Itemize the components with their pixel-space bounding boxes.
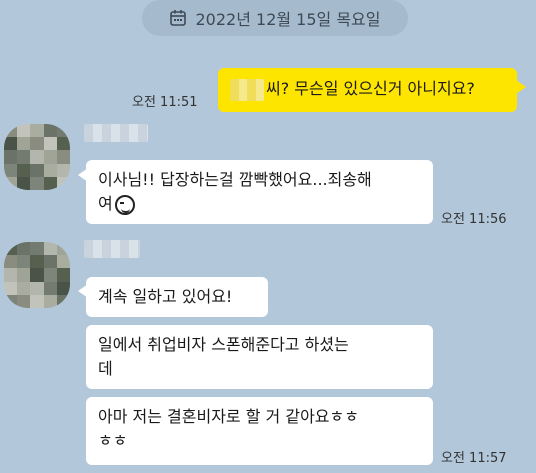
calendar-icon bbox=[170, 10, 187, 26]
message-text: 아마 저는 결혼비자로 할 거 같아요ㅎㅎ bbox=[98, 407, 359, 426]
avatar[interactable] bbox=[4, 124, 70, 190]
message-text: 여 bbox=[98, 194, 113, 213]
other-message-bubble[interactable]: 이사님!! 답장하는걸 깜빡했어요...죄송해 여 bbox=[86, 160, 433, 224]
message-text: 씨? 무슨일 있으신거 아니지요? bbox=[266, 79, 475, 98]
date-divider: 2022년 12월 15일 목요일 bbox=[142, 0, 408, 36]
message-text: 일에서 취업비자 스폰해준다고 하셨는 bbox=[98, 335, 349, 354]
avatar[interactable] bbox=[4, 242, 70, 308]
message-text: ㅎㅎ bbox=[98, 431, 128, 450]
sender-name-redacted[interactable] bbox=[84, 124, 148, 142]
bubble-tail bbox=[516, 80, 526, 94]
smirk-face-icon bbox=[114, 194, 135, 215]
redacted-name bbox=[230, 78, 264, 101]
message-time: 오전 11:57 bbox=[441, 451, 507, 466]
message-text: 데 bbox=[98, 359, 113, 378]
date-text: 2022년 12월 15일 목요일 bbox=[195, 10, 381, 29]
my-message-bubble[interactable]: 씨? 무슨일 있으신거 아니지요? bbox=[218, 68, 517, 112]
message-text: 계속 일하고 있어요! bbox=[98, 287, 233, 306]
message-text: 이사님!! 답장하는걸 깜빡했어요...죄송해 bbox=[98, 170, 372, 189]
other-message-bubble[interactable]: 아마 저는 결혼비자로 할 거 같아요ㅎㅎ ㅎㅎ bbox=[86, 397, 433, 465]
other-message-bubble[interactable]: 일에서 취업비자 스폰해준다고 하셨는 데 bbox=[86, 325, 433, 389]
other-message-bubble[interactable]: 계속 일하고 있어요! bbox=[86, 277, 268, 317]
sender-name-redacted[interactable] bbox=[84, 240, 140, 258]
message-time: 오전 11:56 bbox=[441, 212, 507, 227]
message-time: 오전 11:51 bbox=[132, 95, 198, 110]
